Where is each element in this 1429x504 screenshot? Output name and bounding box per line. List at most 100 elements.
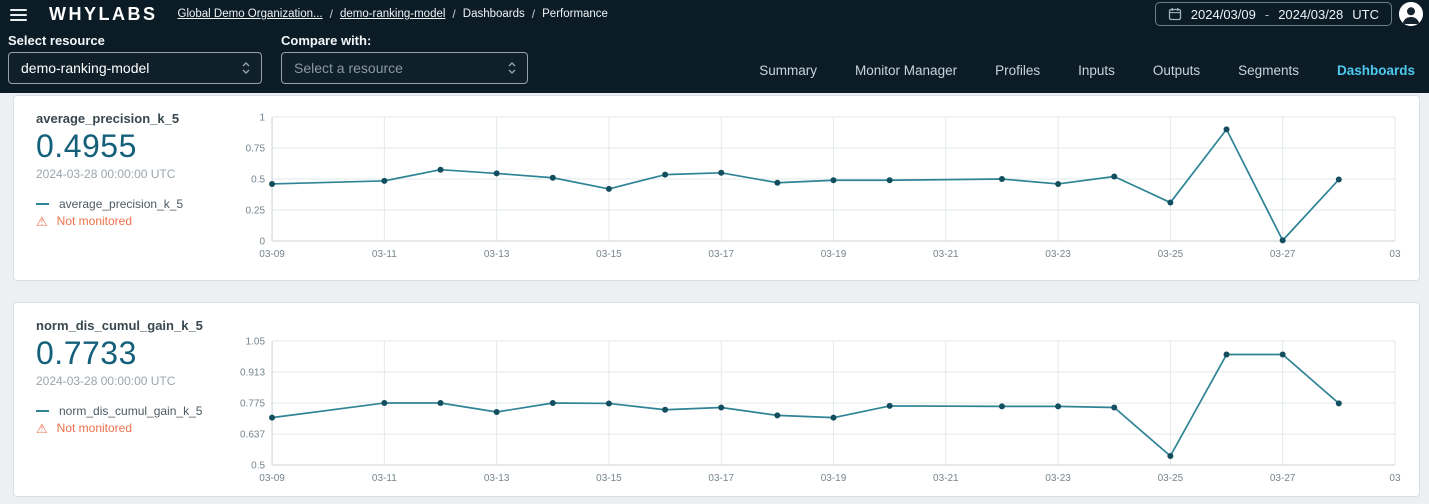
breadcrumb: Global Demo Organization... / demo-ranking…: [178, 7, 608, 21]
chevron-updown-icon: [242, 62, 250, 74]
legend-line-swatch: [36, 203, 49, 205]
tab-summary[interactable]: Summary: [759, 63, 817, 78]
tab-inputs[interactable]: Inputs: [1078, 63, 1115, 78]
tab-dashboards[interactable]: Dashboards: [1337, 63, 1415, 78]
svg-text:03-09: 03-09: [259, 473, 285, 484]
svg-text:0: 0: [259, 237, 265, 248]
compare-with-label: Compare with:: [281, 33, 372, 48]
legend-line-swatch: [36, 410, 49, 412]
svg-text:03-19: 03-19: [821, 473, 847, 484]
monitor-status: ⚠ Not monitored: [36, 214, 232, 228]
tab-outputs[interactable]: Outputs: [1153, 63, 1200, 78]
menu-icon[interactable]: [10, 8, 27, 21]
user-avatar[interactable]: [1399, 2, 1423, 26]
select-resource-label: Select resource: [8, 33, 105, 48]
svg-text:03-25: 03-25: [1158, 249, 1184, 260]
warning-icon: ⚠: [36, 420, 48, 436]
svg-text:03-19: 03-19: [821, 249, 847, 260]
svg-text:03-23: 03-23: [1045, 473, 1071, 484]
breadcrumb-separator: /: [531, 7, 536, 21]
whylabs-logo: WHYLABS: [49, 3, 158, 24]
breadcrumb-item: Dashboards: [462, 8, 525, 20]
model-nav-tabs: Summary Monitor Manager Profiles Inputs Outp…: [759, 63, 1419, 78]
compare-with-field: Compare with: Select a resource: [281, 32, 528, 93]
line-chart-average-precision[interactable]: 0 0.25 0.5 0.75 1 03-09 03-11 03-13 03-15 03-17 03…: [232, 109, 1419, 267]
monitor-status-label: Not monitored: [56, 421, 133, 435]
select-resource-field: Select resource demo-ranking-model: [8, 32, 262, 93]
svg-text:0.25: 0.25: [246, 206, 266, 217]
date-range-separator: -: [1264, 6, 1270, 22]
svg-text:03-27: 03-27: [1270, 249, 1296, 260]
svg-text:03-17: 03-17: [708, 249, 734, 260]
metric-value: 0.7733: [36, 335, 137, 371]
metric-stat-block: average_precision_k_5 0.4955 2024-03-28 …: [14, 96, 232, 280]
svg-text:03-11: 03-11: [372, 473, 397, 484]
tab-segments[interactable]: Segments: [1238, 63, 1299, 78]
metric-title: average_precision_k_5: [36, 111, 180, 126]
date-range-picker[interactable]: 2024/03/09 - 2024/03/28 UTC: [1154, 2, 1392, 26]
svg-text:0.75: 0.75: [246, 144, 266, 155]
metric-timestamp: 2024-03-28 00:00:00 UTC: [36, 374, 176, 388]
metric-timestamp: 2024-03-28 00:00:00 UTC: [36, 167, 176, 181]
svg-text:03-15: 03-15: [596, 473, 622, 484]
date-range-start: 2024/03/09: [1190, 6, 1256, 22]
svg-text:03: 03: [1389, 249, 1401, 260]
svg-text:03-17: 03-17: [708, 473, 734, 484]
svg-text:1.05: 1.05: [246, 337, 266, 348]
svg-text:03: 03: [1389, 473, 1401, 484]
calendar-icon: [1168, 8, 1181, 21]
monitor-status-label: Not monitored: [56, 214, 133, 228]
svg-text:03-15: 03-15: [596, 249, 622, 260]
breadcrumb-item: Performance: [542, 8, 608, 20]
svg-text:0.5: 0.5: [251, 461, 265, 472]
breadcrumb-separator: /: [452, 7, 456, 21]
svg-text:03-21: 03-21: [933, 473, 959, 484]
metric-panel-norm-dis-cumul-gain: norm_dis_cumul_gain_k_5 0.7733 2024-03-2…: [13, 302, 1420, 497]
chart-legend: average_precision_k_5: [36, 197, 232, 211]
resource-select-value: demo-ranking-model: [21, 60, 150, 76]
chart-area: 0.5 0.637 0.775 0.913 1.05 03-09 03-11 03-13 03-…: [232, 303, 1419, 496]
person-icon: [1399, 2, 1423, 26]
svg-text:1: 1: [259, 113, 265, 124]
svg-text:03-11: 03-11: [372, 249, 397, 260]
dashboard-content: average_precision_k_5 0.4955 2024-03-28 …: [0, 95, 1429, 497]
header-right: 2024/03/09 - 2024/03/28 UTC: [1154, 2, 1423, 26]
breadcrumb-item[interactable]: demo-ranking-model: [340, 8, 445, 20]
tab-profiles[interactable]: Profiles: [995, 63, 1040, 78]
chart-legend: norm_dis_cumul_gain_k_5: [36, 404, 232, 418]
breadcrumb-separator: /: [329, 7, 333, 21]
compare-select[interactable]: Select a resource: [281, 52, 528, 84]
resource-select[interactable]: demo-ranking-model: [8, 52, 262, 84]
svg-text:03-09: 03-09: [259, 249, 285, 260]
svg-text:0.775: 0.775: [240, 399, 265, 410]
svg-text:0.913: 0.913: [240, 367, 265, 378]
svg-text:0.637: 0.637: [240, 430, 265, 441]
svg-text:03-21: 03-21: [933, 249, 959, 260]
line-chart-norm-dis-cumul-gain[interactable]: 0.5 0.637 0.775 0.913 1.05 03-09 03-11 03-13 03-…: [232, 333, 1419, 491]
svg-text:0.5: 0.5: [251, 175, 265, 186]
date-range-timezone: UTC: [1352, 6, 1379, 22]
top-row: WHYLABS Global Demo Organization... / demo…: [0, 0, 1429, 28]
compare-select-placeholder: Select a resource: [294, 60, 403, 76]
chart-area: 0 0.25 0.5 0.75 1 03-09 03-11 03-13 03-15 03-17 03…: [232, 96, 1419, 280]
toolbar-row: Select resource demo-ranking-model Compa…: [0, 28, 1429, 93]
tab-monitor-manager[interactable]: Monitor Manager: [855, 63, 957, 78]
svg-text:03-13: 03-13: [484, 473, 510, 484]
svg-text:03-27: 03-27: [1270, 473, 1296, 484]
resource-selectors: Select resource demo-ranking-model Compa…: [8, 32, 528, 93]
metric-stat-block: norm_dis_cumul_gain_k_5 0.7733 2024-03-2…: [14, 303, 232, 496]
chevron-updown-icon: [508, 62, 516, 74]
breadcrumb-item[interactable]: Global Demo Organization...: [178, 8, 323, 20]
legend-label: norm_dis_cumul_gain_k_5: [59, 404, 203, 418]
metric-title: norm_dis_cumul_gain_k_5: [36, 318, 203, 333]
app-header: WHYLABS Global Demo Organization... / demo…: [0, 0, 1429, 93]
svg-text:03-13: 03-13: [484, 249, 510, 260]
metric-panel-average-precision: average_precision_k_5 0.4955 2024-03-28 …: [13, 95, 1420, 281]
warning-icon: ⚠: [36, 213, 48, 229]
monitor-status: ⚠ Not monitored: [36, 421, 232, 435]
legend-label: average_precision_k_5: [59, 197, 184, 211]
metric-value: 0.4955: [36, 128, 137, 164]
svg-text:03-25: 03-25: [1158, 473, 1184, 484]
svg-text:03-23: 03-23: [1045, 249, 1071, 260]
date-range-end: 2024/03/28: [1278, 6, 1344, 22]
